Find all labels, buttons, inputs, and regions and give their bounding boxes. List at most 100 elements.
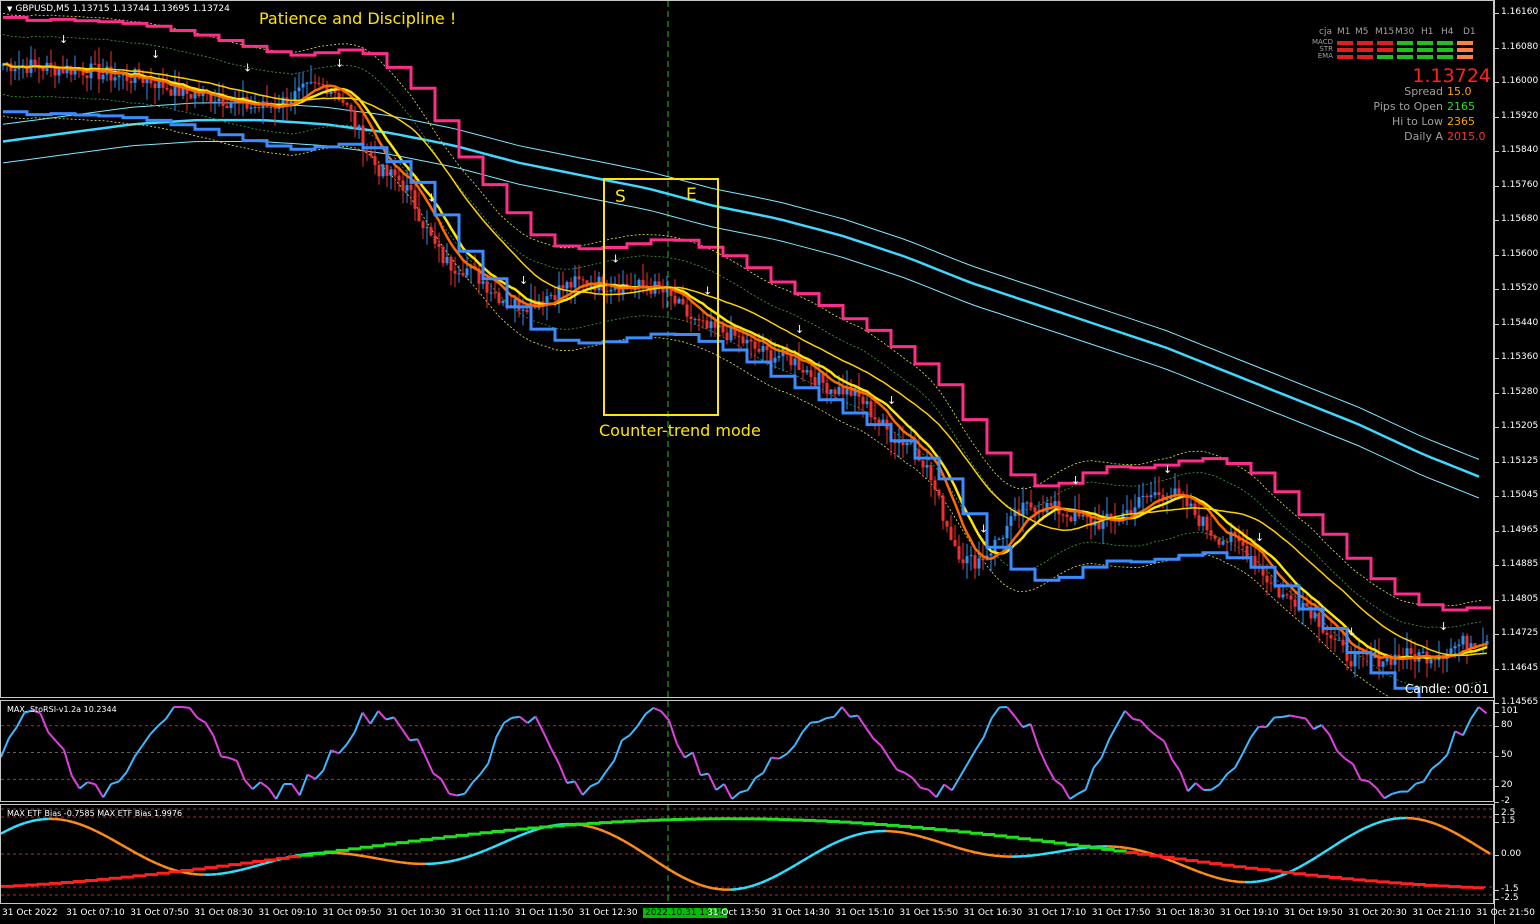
candle-body bbox=[869, 401, 873, 418]
candle-body bbox=[377, 165, 381, 177]
etf-bias-segment bbox=[951, 844, 959, 849]
price-tick-label: 1.14965 bbox=[1494, 524, 1539, 535]
storsi-segment bbox=[1281, 714, 1291, 718]
etf-bias-segment bbox=[604, 830, 612, 836]
envelope-band bbox=[2, 12, 1484, 607]
etf-bias-segment bbox=[502, 838, 510, 844]
candle-body bbox=[741, 336, 745, 344]
dashboard-signal-cell bbox=[1437, 55, 1453, 59]
candle-body bbox=[445, 256, 449, 264]
etf-bias-segment bbox=[670, 869, 678, 876]
etf-bias-step bbox=[622, 819, 637, 823]
storsi-segment bbox=[629, 725, 639, 736]
price-chart[interactable]: ↓↓↓ ↓↓↓↓↓↓↓↓↓↓↓↓ ↓ bbox=[1, 1, 1494, 698]
candle-body bbox=[525, 309, 529, 312]
etf-bias-segment bbox=[789, 863, 797, 870]
dashboard-signal-cell bbox=[1457, 41, 1473, 45]
candle-body bbox=[757, 348, 761, 352]
candle-body bbox=[1269, 582, 1273, 584]
etf-bias-segment bbox=[12, 823, 20, 829]
storsi-segment bbox=[353, 712, 364, 733]
etf-bias-segment bbox=[216, 872, 223, 876]
etf-bias-segment bbox=[449, 859, 456, 863]
storsi-segment bbox=[982, 718, 993, 738]
storsi-segment bbox=[511, 715, 520, 719]
etf-bias-segment bbox=[383, 858, 390, 862]
etf-bias-segment bbox=[1130, 847, 1138, 852]
candle-body bbox=[1433, 658, 1437, 661]
storsi-segment bbox=[771, 756, 780, 760]
etf-bias-step bbox=[168, 870, 182, 874]
etf-bias-chart[interactable] bbox=[1, 805, 1494, 904]
storsi-pane[interactable]: MAX. StoRSI-v1.2a 10.2344 bbox=[0, 700, 1494, 802]
etf-bias-segment bbox=[831, 840, 839, 846]
etf-bias-segment bbox=[30, 818, 38, 823]
etf-bias-pane[interactable]: MAX ETF Bias -0.7585 MAX ETF Bias 1.9976 bbox=[0, 804, 1494, 904]
storsi-segment bbox=[220, 755, 230, 759]
candle-body bbox=[1461, 635, 1465, 645]
price-tick-label: 1.15920 bbox=[1494, 110, 1539, 121]
storsi-segment bbox=[165, 706, 175, 720]
storsi-segment bbox=[1155, 734, 1165, 743]
dashboard-signal-cell bbox=[1337, 48, 1353, 52]
slogan-text: Patience and Discipline ! bbox=[259, 9, 457, 28]
candle-body bbox=[1317, 612, 1321, 627]
time-axis[interactable]: 31 Oct 2022 31 Oct 07:10 31 Oct 07:50 31 Oc… bbox=[0, 904, 1535, 924]
candle-body bbox=[977, 558, 981, 569]
etf-bias-segment bbox=[1172, 860, 1180, 866]
etf-bias-step bbox=[1197, 860, 1211, 864]
dashboard-col-header: M30 bbox=[1395, 27, 1415, 37]
etf-tick-label: -2.5 bbox=[1495, 893, 1519, 903]
candle-body bbox=[969, 555, 973, 557]
storsi-segment bbox=[291, 783, 301, 796]
price-tick-label: 1.15600 bbox=[1494, 248, 1539, 259]
storsi-segment bbox=[880, 745, 891, 759]
dashboard-row-label: EMA bbox=[1317, 52, 1333, 60]
candle-body bbox=[49, 62, 53, 66]
storsi-segment bbox=[762, 757, 773, 774]
storsi-chart[interactable] bbox=[1, 701, 1494, 802]
etf-bias-segment bbox=[1119, 845, 1126, 849]
etf-bias-step bbox=[1065, 843, 1079, 847]
storsi-segment bbox=[1147, 728, 1158, 737]
etf-bias-segment bbox=[813, 849, 821, 855]
price-tick-label: 1.15520 bbox=[1494, 283, 1539, 293]
etf-bias-step bbox=[1280, 870, 1295, 874]
etf-bias-segment bbox=[96, 830, 104, 836]
main-chart-pane[interactable]: ↓ ↓ ↓ ↓ ↓ ↓ ↓ ↓ ↓ ↓ ↓ ↓ ↓ ↓ ↓ ↓ ▼ GBPUSD,M5 1.13715 1.13… bbox=[0, 0, 1494, 698]
etf-bias-segment bbox=[239, 867, 247, 872]
candle-body bbox=[1033, 507, 1037, 513]
candle-body bbox=[101, 74, 105, 80]
dashboard-signal-cell bbox=[1417, 48, 1433, 52]
sell-arrow-icon: ↓ bbox=[1255, 531, 1264, 544]
etf-bias-segment bbox=[819, 846, 827, 852]
storsi-segment bbox=[668, 720, 678, 745]
chart-menu-icon[interactable]: ▼ bbox=[7, 5, 12, 13]
candle-body bbox=[793, 358, 797, 366]
time-tick-label: 31 Oct 16:30 bbox=[963, 908, 1023, 918]
price-axis[interactable]: 1.16160 1.16080 1.16000 1.15920 1.15840 1.157… bbox=[1494, 0, 1540, 924]
etf-bias-segment bbox=[1423, 819, 1431, 824]
storsi-segment bbox=[904, 771, 914, 780]
candle-body bbox=[417, 208, 421, 222]
candle-body bbox=[1329, 634, 1333, 639]
storsi-segment bbox=[1328, 734, 1339, 752]
etf-bias-segment bbox=[371, 856, 378, 860]
etf-bias-segment bbox=[598, 828, 606, 833]
etf-bias-step bbox=[1268, 869, 1283, 873]
price-tick-label: 1.16160 bbox=[1494, 7, 1539, 17]
etf-bias-step bbox=[515, 827, 529, 831]
price-tick-label: 1.15840 bbox=[1494, 145, 1539, 155]
candle-body bbox=[949, 526, 953, 541]
etf-bias-segment bbox=[1298, 863, 1306, 869]
candle-body bbox=[1465, 635, 1469, 649]
candle-body bbox=[989, 553, 993, 556]
dashboard-signal-cell bbox=[1397, 41, 1413, 45]
etf-bias-step bbox=[455, 833, 469, 837]
etf-bias-segment bbox=[1429, 820, 1437, 826]
etf-bias-segment bbox=[54, 817, 61, 821]
storsi-segment bbox=[573, 780, 584, 796]
candle-body bbox=[113, 77, 117, 81]
storsi-segment bbox=[1100, 738, 1111, 759]
etf-bias-step bbox=[610, 820, 625, 824]
